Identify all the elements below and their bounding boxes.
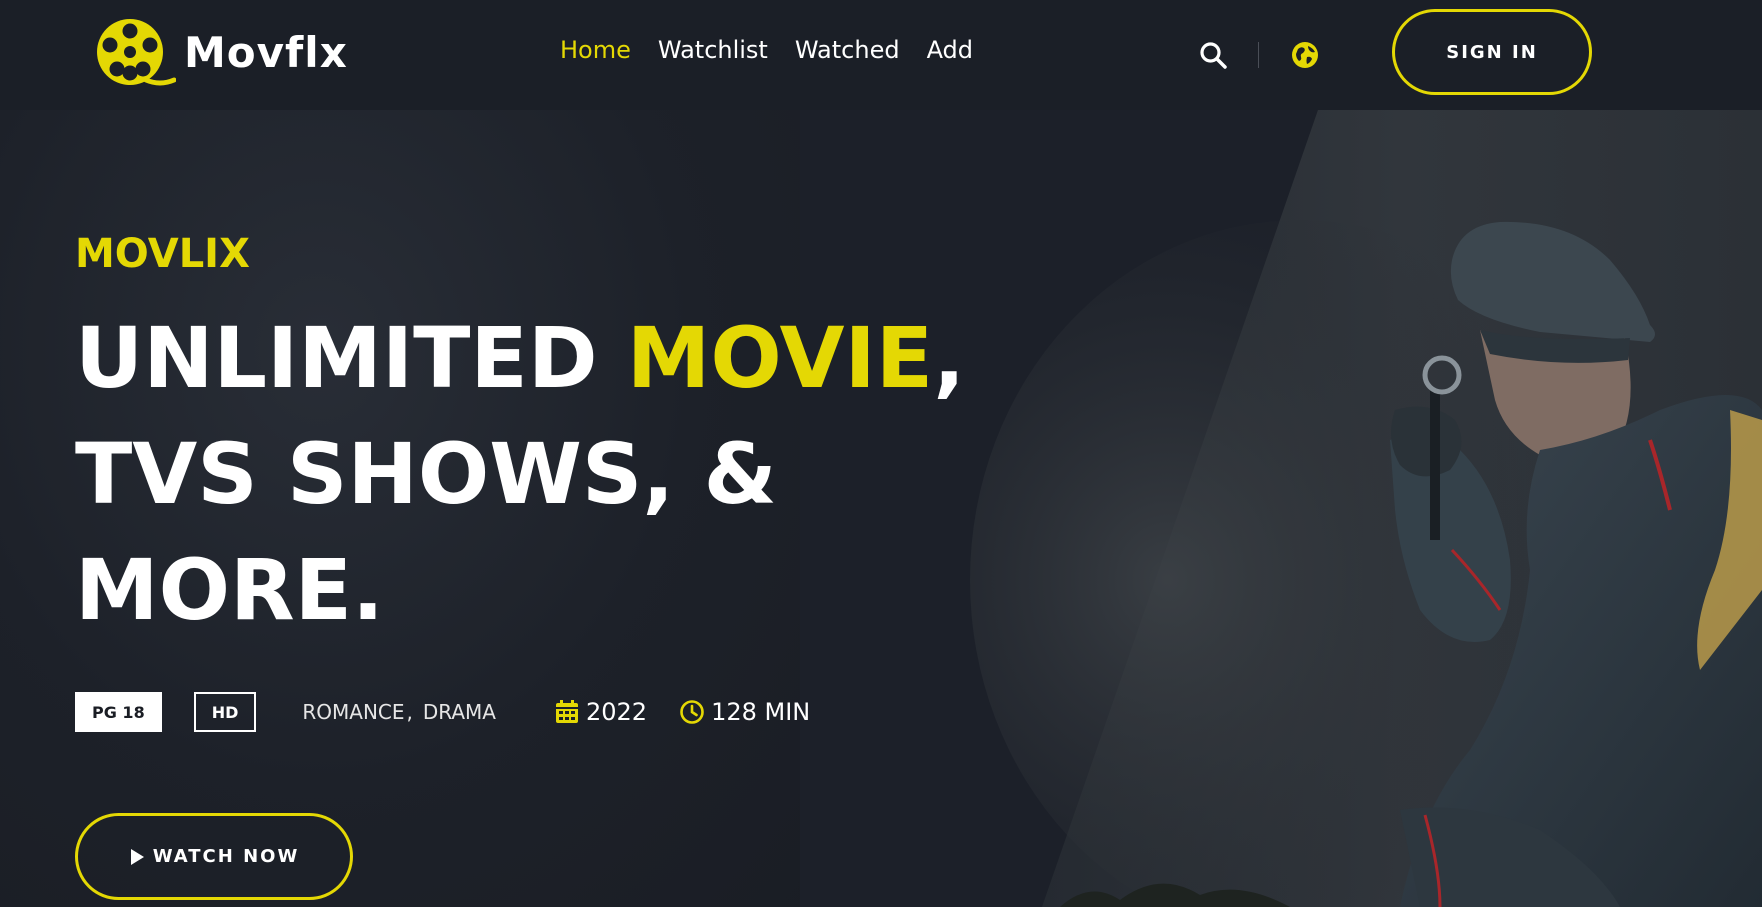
hero-headline: UNLIMITED MOVIE, TVS SHOWS, & MORE. [75,300,1075,648]
movie-meta: PG 18 HD ROMANCE , DRAMA 2022 128 MIN [75,692,810,732]
genre-link[interactable]: ROMANCE [302,700,404,724]
calendar-icon [555,700,578,723]
watch-now-label: WATCH NOW [152,846,300,867]
nav-item-add[interactable]: Add [927,36,973,64]
genre-list: ROMANCE , DRAMA [302,700,496,724]
headline-part2: , [933,309,966,407]
hero-banner: MOVLIX UNLIMITED MOVIE, TVS SHOWS, & MOR… [0,110,1762,907]
brand-name: Movflx [184,27,348,77]
nav-item-watchlist[interactable]: Watchlist [658,36,768,64]
rating-badge: PG 18 [75,692,162,732]
runtime: 128 MIN [679,698,810,726]
genre-separator: , [406,700,413,724]
headline-accent: MOVIE [626,309,934,407]
clock-icon [680,700,704,724]
watch-now-button[interactable]: WATCH NOW [75,813,353,900]
top-navbar: Movflx Home Watchlist Watched Add SIGN I… [0,0,1762,110]
sign-in-button[interactable]: SIGN IN [1392,9,1592,95]
quality-badge: HD [193,692,257,732]
globe-icon[interactable] [1290,40,1320,70]
nav-item-watched[interactable]: Watched [795,36,900,64]
nav-divider [1258,42,1259,68]
film-reel-icon [97,19,176,86]
play-icon [130,848,144,865]
headline-line2: TVS SHOWS, & [75,425,777,523]
nav-item-home[interactable]: Home [560,36,631,64]
main-nav: Home Watchlist Watched Add [560,36,1000,64]
year-value: 2022 [585,698,648,726]
search-icon[interactable] [1198,40,1228,70]
hero-subtitle: MOVLIX [75,231,250,277]
release-year: 2022 [554,698,647,726]
brand-logo[interactable]: Movflx [94,16,348,88]
genre-link[interactable]: DRAMA [423,700,496,724]
duration-value: 128 MIN [711,698,811,726]
headline-part1: UNLIMITED [75,309,627,407]
headline-line3: MORE. [75,541,384,639]
